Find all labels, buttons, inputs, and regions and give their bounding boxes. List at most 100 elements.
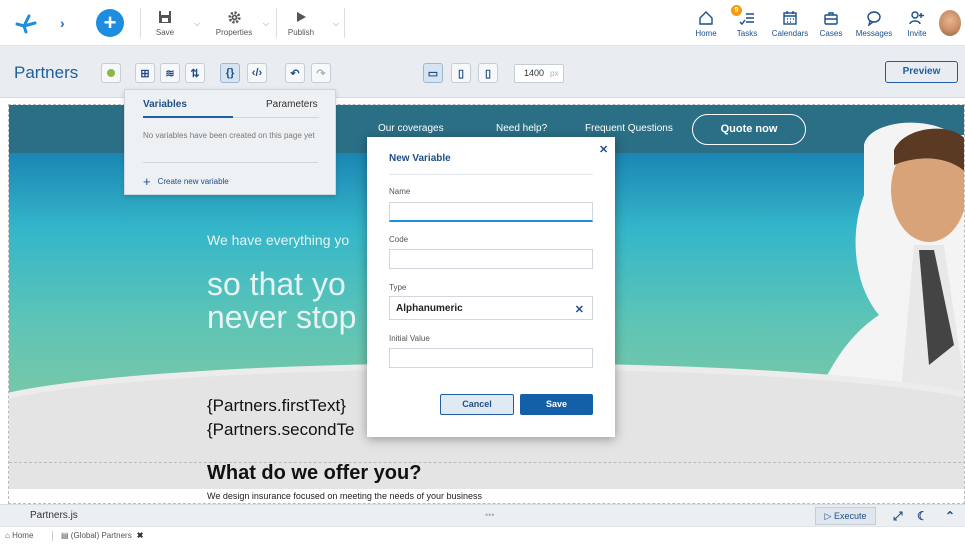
- name-field[interactable]: [389, 202, 593, 222]
- layers-button[interactable]: ≋: [160, 63, 180, 83]
- panel-divider: [143, 162, 318, 163]
- variables-empty-message: No variables have been created on this p…: [143, 131, 315, 140]
- active-tab-indicator: [143, 116, 233, 118]
- close-tab-icon[interactable]: ✖: [137, 531, 144, 540]
- offer-section-title: What do we offer you?: [207, 462, 422, 484]
- layers-icon: ≋: [165, 67, 175, 80]
- nav-home[interactable]: Home: [694, 8, 718, 38]
- save-button[interactable]: Save: [152, 8, 178, 37]
- nav-home-label: Home: [695, 29, 717, 38]
- add-button[interactable]: +: [96, 9, 124, 37]
- tab-parameters[interactable]: Parameters: [266, 99, 318, 110]
- clear-icon[interactable]: ✕: [575, 303, 584, 316]
- resize-grip[interactable]: •••: [485, 510, 494, 520]
- footer-home-tab[interactable]: ⌂ Home: [5, 531, 33, 540]
- initial-value-field[interactable]: [389, 348, 593, 368]
- undo-button[interactable]: ↶: [285, 63, 305, 83]
- expand-icon[interactable]: ⤢: [893, 509, 903, 524]
- create-variable-label: Create new variable: [157, 177, 229, 186]
- new-variable-dialog: New Variable ✕ Name Code Type Alphanumer…: [367, 137, 615, 437]
- footer-divider: [52, 531, 53, 541]
- tablet-view-button[interactable]: ▯: [451, 63, 471, 83]
- monitor-icon: ▭: [427, 67, 439, 80]
- initial-value-label: Initial Value: [389, 334, 430, 343]
- tasks-badge: 9: [731, 5, 742, 16]
- code-icon: ‹/›: [251, 67, 263, 79]
- close-icon[interactable]: ✕: [599, 143, 608, 156]
- floppy-disk-icon: [152, 8, 178, 26]
- nav-cases[interactable]: Cases: [819, 8, 843, 38]
- chat-bubble-icon: [854, 8, 894, 28]
- save-variable-button[interactable]: Save: [520, 394, 593, 415]
- add-user-icon: [905, 8, 929, 28]
- chevron-up-icon[interactable]: ⌃: [945, 509, 955, 523]
- code-field[interactable]: [389, 249, 593, 269]
- type-selected-value: Alphanumeric: [396, 303, 463, 314]
- plus-icon: +: [143, 174, 151, 189]
- components-button[interactable]: ⊞: [135, 63, 155, 83]
- nav-messages[interactable]: Messages: [854, 8, 894, 38]
- top-toolbar: › + Save ⌵ Properties ⌵ Publish ⌵ Home 9: [0, 0, 965, 46]
- type-select[interactable]: Alphanumeric ✕: [389, 296, 593, 320]
- tasks-icon: 9: [731, 5, 761, 28]
- nav-invite[interactable]: Invite: [905, 8, 929, 38]
- nav-tasks[interactable]: 9 Tasks: [731, 5, 761, 38]
- type-field-label: Type: [389, 283, 407, 292]
- tab-variables[interactable]: Variables: [143, 99, 187, 110]
- undo-icon: ↶: [290, 67, 300, 80]
- dark-mode-icon[interactable]: ☾: [917, 509, 928, 523]
- hero-tagline: We have everything yo: [207, 232, 350, 248]
- cancel-button[interactable]: Cancel: [440, 394, 514, 415]
- preview-button[interactable]: Preview: [885, 61, 958, 83]
- page-title: Partners: [14, 63, 79, 82]
- toolbar-divider: [344, 8, 345, 38]
- bottom-tab-bar: ⌂ Home ▤ (Global) Partners ✖: [0, 526, 965, 544]
- play-icon: [286, 8, 316, 26]
- dialog-title: New Variable: [389, 153, 451, 164]
- page-status-button[interactable]: [101, 63, 121, 83]
- nav-tasks-label: Tasks: [736, 29, 758, 38]
- redo-button[interactable]: ↷: [311, 63, 331, 83]
- mobile-view-button[interactable]: ▯: [478, 63, 498, 83]
- hero-headline: so that yo never stop: [207, 268, 356, 334]
- script-console-bar: Partners.js ••• ▷ Execute ⤢ ☾ ⌃: [0, 504, 965, 526]
- hero-person-image: [809, 122, 964, 415]
- save-label: Save: [155, 28, 175, 37]
- quote-now-button[interactable]: Quote now: [692, 114, 806, 145]
- app-logo-icon[interactable]: [14, 11, 38, 35]
- script-file-name[interactable]: Partners.js: [30, 510, 78, 521]
- footer-page-label: (Global) Partners: [70, 531, 132, 540]
- toolbar-divider: [276, 8, 277, 38]
- site-nav-link-faq[interactable]: Frequent Questions: [585, 123, 673, 134]
- offer-section-subtitle: We design insurance focused on meeting t…: [207, 491, 483, 501]
- sort-arrows-icon: ⇅: [190, 67, 200, 80]
- publish-options-caret-icon[interactable]: ⌵: [333, 19, 339, 29]
- home-icon: ⌂: [5, 531, 13, 540]
- footer-page-tab[interactable]: ▤ (Global) Partners ✖: [61, 531, 143, 540]
- expand-chevron-icon[interactable]: ›: [60, 15, 65, 31]
- sort-button[interactable]: ⇅: [185, 63, 205, 83]
- properties-label: Properties: [215, 28, 253, 37]
- canvas-width-input[interactable]: 1400 px: [514, 64, 564, 83]
- save-options-caret-icon[interactable]: ⌵: [194, 19, 200, 29]
- properties-options-caret-icon[interactable]: ⌵: [263, 19, 269, 29]
- nav-calendars[interactable]: Calendars: [771, 8, 809, 38]
- execute-button[interactable]: ▷ Execute: [815, 507, 876, 525]
- variables-panel: Variables Parameters No variables have b…: [124, 89, 336, 195]
- publish-button[interactable]: Publish: [286, 8, 316, 37]
- desktop-view-button[interactable]: ▭: [423, 63, 443, 83]
- hero-headline-line-1: so that yo: [207, 266, 346, 302]
- site-nav-link-help[interactable]: Need help?: [496, 123, 547, 134]
- gear-icon: [214, 8, 254, 26]
- tab-divider: [233, 117, 319, 118]
- nav-calendars-label: Calendars: [771, 29, 809, 38]
- variables-button[interactable]: {}: [220, 63, 240, 83]
- page-icon: ▤: [61, 531, 71, 540]
- site-nav-link-coverages[interactable]: Our coverages: [378, 123, 444, 134]
- toolbar-divider: [140, 8, 141, 38]
- create-variable-link[interactable]: + Create new variable: [143, 174, 229, 189]
- user-avatar[interactable]: [939, 10, 961, 36]
- code-button[interactable]: ‹/›: [247, 63, 267, 83]
- redo-icon: ↷: [316, 67, 326, 80]
- properties-button[interactable]: Properties: [214, 8, 254, 37]
